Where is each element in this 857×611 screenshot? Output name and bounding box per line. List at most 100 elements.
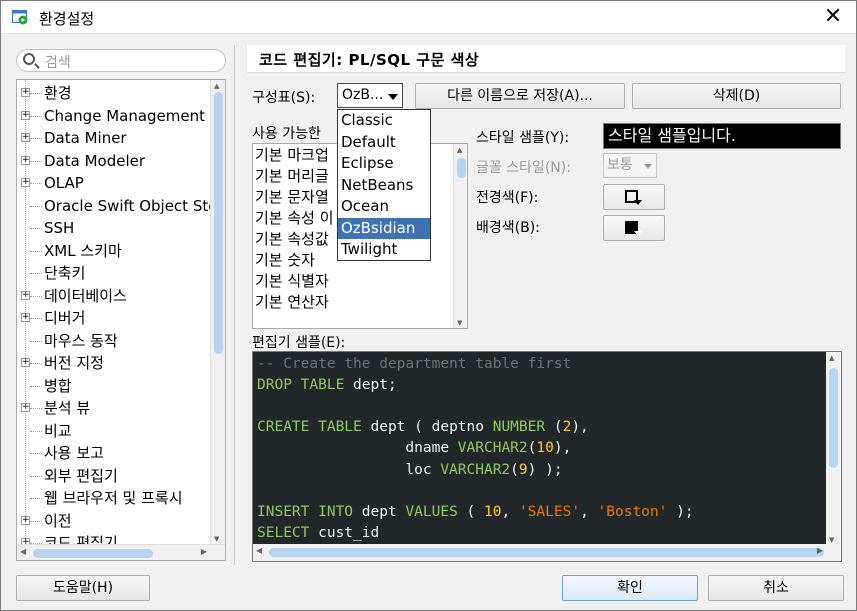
expand-icon[interactable]: +	[21, 403, 30, 412]
tree-item[interactable]: 비교	[17, 420, 211, 442]
chevron-down-icon	[388, 94, 398, 100]
foreground-color-button[interactable]	[603, 184, 665, 210]
style-sample-label: 스타일 샘플(Y):	[476, 130, 570, 146]
scroll-up-icon[interactable]: ▲	[457, 146, 462, 154]
scheme-label: 구성표(S):	[252, 90, 316, 106]
scroll-down-icon[interactable]: ▼	[457, 319, 462, 327]
tree-item[interactable]: + 버전 지정	[17, 352, 211, 374]
list-item[interactable]: 기본 문자열	[255, 187, 329, 208]
scroll-down-icon[interactable]: ▼	[214, 535, 219, 543]
code-token: dept;	[344, 377, 397, 394]
tree-item[interactable]: + 환경	[17, 82, 211, 104]
scheme-option[interactable]: Classic	[338, 110, 430, 132]
tree-item[interactable]: SSH	[17, 217, 211, 239]
tree-item[interactable]: + 코드 편집기	[17, 532, 211, 544]
scheme-option[interactable]: Ocean	[338, 196, 430, 218]
expand-icon[interactable]: +	[21, 155, 30, 165]
scheme-select[interactable]: OzB...	[337, 83, 403, 108]
delete-button[interactable]: 삭제(D)	[632, 83, 841, 109]
scroll-up-icon[interactable]: ▲	[214, 82, 219, 90]
tree-item-label: 웹 브라우저 및 프록시	[44, 489, 183, 507]
scheme-option[interactable]: Default	[338, 132, 430, 154]
list-item[interactable]: 기본 속성 이	[255, 208, 334, 229]
tree-item[interactable]: + Data Modeler	[17, 150, 211, 172]
editor-sample[interactable]: -- Create the department table first DROP…	[252, 351, 842, 562]
scroll-right-icon[interactable]: ▶	[817, 546, 823, 555]
code-token: (	[510, 461, 519, 478]
tree-item-label: Data Modeler	[44, 151, 146, 170]
ok-button[interactable]: 확인	[562, 575, 698, 601]
scheme-option[interactable]: Twilight	[338, 239, 430, 261]
tree-item[interactable]: + 데이터베이스	[17, 285, 211, 307]
background-label: 배경색(B):	[476, 220, 540, 236]
scheme-dropdown-list[interactable]: Classic Default Eclipse NetBeans Ocean OzBsid…	[337, 109, 431, 261]
scroll-right-icon[interactable]: ▶	[201, 547, 207, 556]
expand-icon[interactable]: +	[21, 290, 30, 300]
tree-item[interactable]: + OLAP	[17, 172, 211, 194]
scheme-option[interactable]: OzBsidian	[338, 217, 430, 239]
scroll-thumb[interactable]	[214, 92, 223, 354]
editor-vertical-scrollbar[interactable]: ▲ ▼	[826, 352, 841, 545]
tree-item[interactable]: + Data Miner	[17, 127, 211, 149]
tree-item[interactable]: 단축키	[17, 262, 211, 284]
tree-connector	[30, 250, 42, 252]
scroll-thumb[interactable]	[269, 548, 824, 557]
expand-icon[interactable]: +	[21, 88, 30, 97]
scroll-thumb[interactable]	[457, 158, 466, 178]
tree-item[interactable]: + 디버거	[17, 307, 211, 329]
scheme-option[interactable]: NetBeans	[338, 175, 430, 197]
tree-item[interactable]: 웹 브라우저 및 프록시	[17, 487, 211, 509]
expand-icon[interactable]: +	[21, 313, 30, 322]
tree-item[interactable]: Oracle Swift Object Sto	[17, 195, 211, 217]
expand-icon[interactable]: +	[21, 515, 30, 525]
tree-item[interactable]: + 분석 뷰	[17, 397, 211, 419]
list-item[interactable]: 기본 머리글	[255, 166, 329, 187]
scroll-thumb[interactable]	[33, 549, 153, 558]
tree-item-label: Change Management D	[44, 106, 211, 125]
code-token: (	[457, 503, 485, 520]
list-item[interactable]: 기본 속성값	[255, 229, 329, 250]
search-input[interactable]: 검색	[16, 49, 226, 72]
list-item[interactable]: 기본 식별자	[255, 271, 329, 292]
list-item[interactable]: 기본 마크업	[255, 145, 329, 166]
expand-icon[interactable]: +	[21, 133, 30, 142]
tree-item[interactable]: + Change Management D	[17, 105, 211, 127]
preferences-tree[interactable]: + 환경 + Change Management D + Data Miner + Data …	[16, 79, 226, 561]
tree-item[interactable]: + 이전	[17, 510, 211, 532]
tree-item[interactable]: 사용 보고	[17, 442, 211, 464]
list-item[interactable]: 기본 연산자	[255, 292, 329, 313]
scroll-left-icon[interactable]: ◀	[256, 546, 262, 555]
tree-item-label: 이전	[44, 511, 72, 530]
expand-icon[interactable]: +	[21, 358, 30, 367]
tree-item-label: OLAP	[44, 174, 84, 192]
editor-horizontal-scrollbar[interactable]: ◀ ▶	[253, 544, 841, 561]
save-as-button[interactable]: 다른 이름으로 저장(A)...	[415, 83, 625, 109]
help-button[interactable]: 도움말(H)	[16, 575, 150, 601]
scroll-down-icon[interactable]: ▼	[829, 536, 834, 544]
expand-icon[interactable]: +	[21, 110, 30, 120]
tree-vertical-scrollbar[interactable]: ▲ ▼	[210, 80, 225, 544]
tree-item[interactable]: 병합	[17, 375, 211, 397]
scroll-left-icon[interactable]: ◀	[20, 547, 26, 556]
tree-item[interactable]: 마우스 동작	[17, 330, 211, 352]
code-token: ,	[501, 503, 519, 520]
list-vertical-scrollbar[interactable]: ▲ ▼	[453, 144, 467, 328]
tree-horizontal-scrollbar[interactable]: ◀ ▶	[17, 544, 225, 560]
font-style-select[interactable]: 보통	[603, 153, 657, 178]
tree-connector	[30, 430, 42, 432]
list-item[interactable]: 기본 숫자	[255, 250, 315, 271]
background-color-button[interactable]	[603, 215, 665, 241]
code-token: (	[545, 419, 563, 436]
tree-item[interactable]: XML 스키마	[17, 240, 211, 262]
scroll-up-icon[interactable]: ▲	[829, 354, 834, 362]
expand-icon[interactable]: +	[21, 178, 30, 187]
scheme-select-value: OzB...	[342, 87, 384, 103]
code-token: VALUES	[405, 503, 458, 520]
tree-item[interactable]: 외부 편집기	[17, 465, 211, 487]
scheme-option[interactable]: Eclipse	[338, 153, 430, 175]
scroll-thumb[interactable]	[829, 368, 838, 468]
preferences-window: 환경설정 ✕ 검색 + 환경 + Change Management D + Data M…	[0, 0, 857, 611]
close-icon[interactable]: ✕	[810, 1, 856, 33]
cancel-button[interactable]: 취소	[708, 575, 844, 601]
tree-item-label: 코드 편집기	[44, 534, 118, 544]
